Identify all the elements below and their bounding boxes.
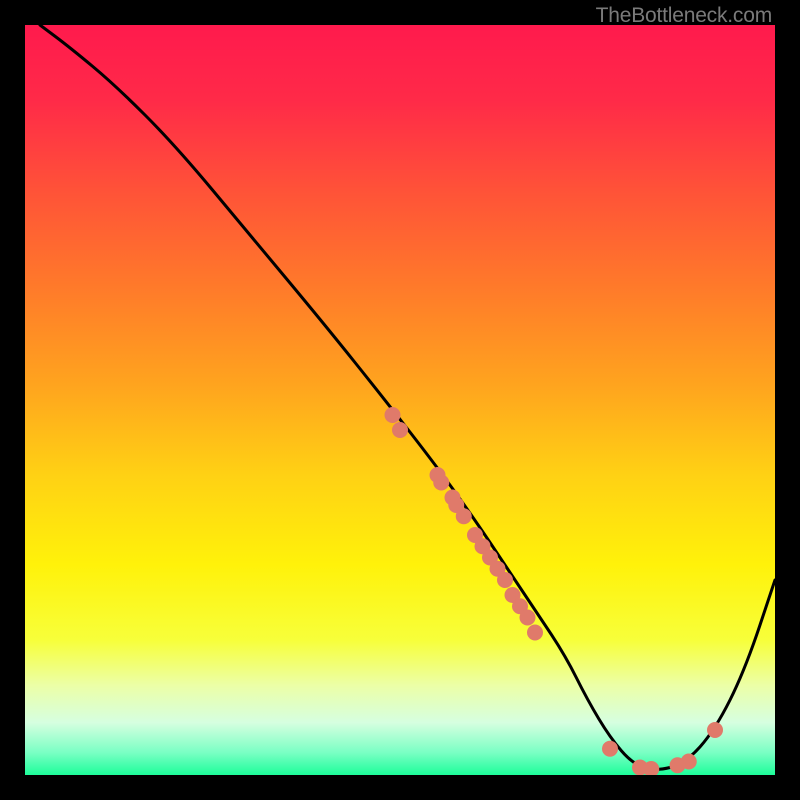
scatter-dot <box>707 722 723 738</box>
scatter-dot <box>602 741 618 757</box>
chart-svg <box>25 25 775 775</box>
scatter-dot <box>392 422 408 438</box>
scatter-dot <box>520 610 536 626</box>
scatter-dot <box>385 407 401 423</box>
scatter-dot <box>497 572 513 588</box>
scatter-dot <box>681 754 697 770</box>
scatter-dot <box>527 625 543 641</box>
scatter-dot <box>433 475 449 491</box>
scatter-dot <box>456 508 472 524</box>
gradient-background <box>25 25 775 775</box>
chart-plot-area <box>25 25 775 775</box>
